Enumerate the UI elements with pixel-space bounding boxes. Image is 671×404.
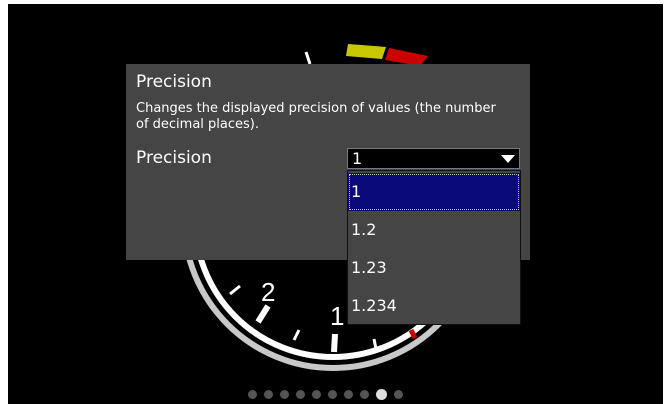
page-dot[interactable] <box>376 389 387 400</box>
chevron-down-icon[interactable] <box>497 149 519 168</box>
dialog-title: Precision <box>136 72 212 92</box>
dialog-description: Changes the displayed precision of value… <box>136 101 496 132</box>
page-dot[interactable] <box>394 390 403 399</box>
gauge-label-2: 2 <box>261 277 275 307</box>
page-indicator <box>248 389 403 400</box>
option-1-2[interactable]: 1.2 <box>348 211 520 249</box>
precision-select[interactable]: 1 <box>347 148 520 169</box>
page-dot[interactable] <box>360 390 369 399</box>
page-dot[interactable] <box>280 390 289 399</box>
precision-field-label: Precision <box>136 148 212 168</box>
option-1-23[interactable]: 1.23 <box>348 249 520 287</box>
precision-select-value: 1 <box>352 149 363 168</box>
page-dot[interactable] <box>312 390 321 399</box>
page-dot[interactable] <box>248 390 257 399</box>
dashboard-screen: 2 1 Precision Changes the displayed prec… <box>8 4 663 404</box>
option-1-234[interactable]: 1.234 <box>348 287 520 325</box>
page-dot[interactable] <box>296 390 305 399</box>
page-dot[interactable] <box>264 390 273 399</box>
option-1[interactable]: 1 <box>348 173 520 211</box>
gauge-label-1: 1 <box>330 301 344 331</box>
precision-options-list: 1 1.2 1.23 1.234 <box>347 170 521 325</box>
page-dot[interactable] <box>328 390 337 399</box>
page-dot[interactable] <box>344 390 353 399</box>
gauge-yellow-zone <box>346 44 386 59</box>
